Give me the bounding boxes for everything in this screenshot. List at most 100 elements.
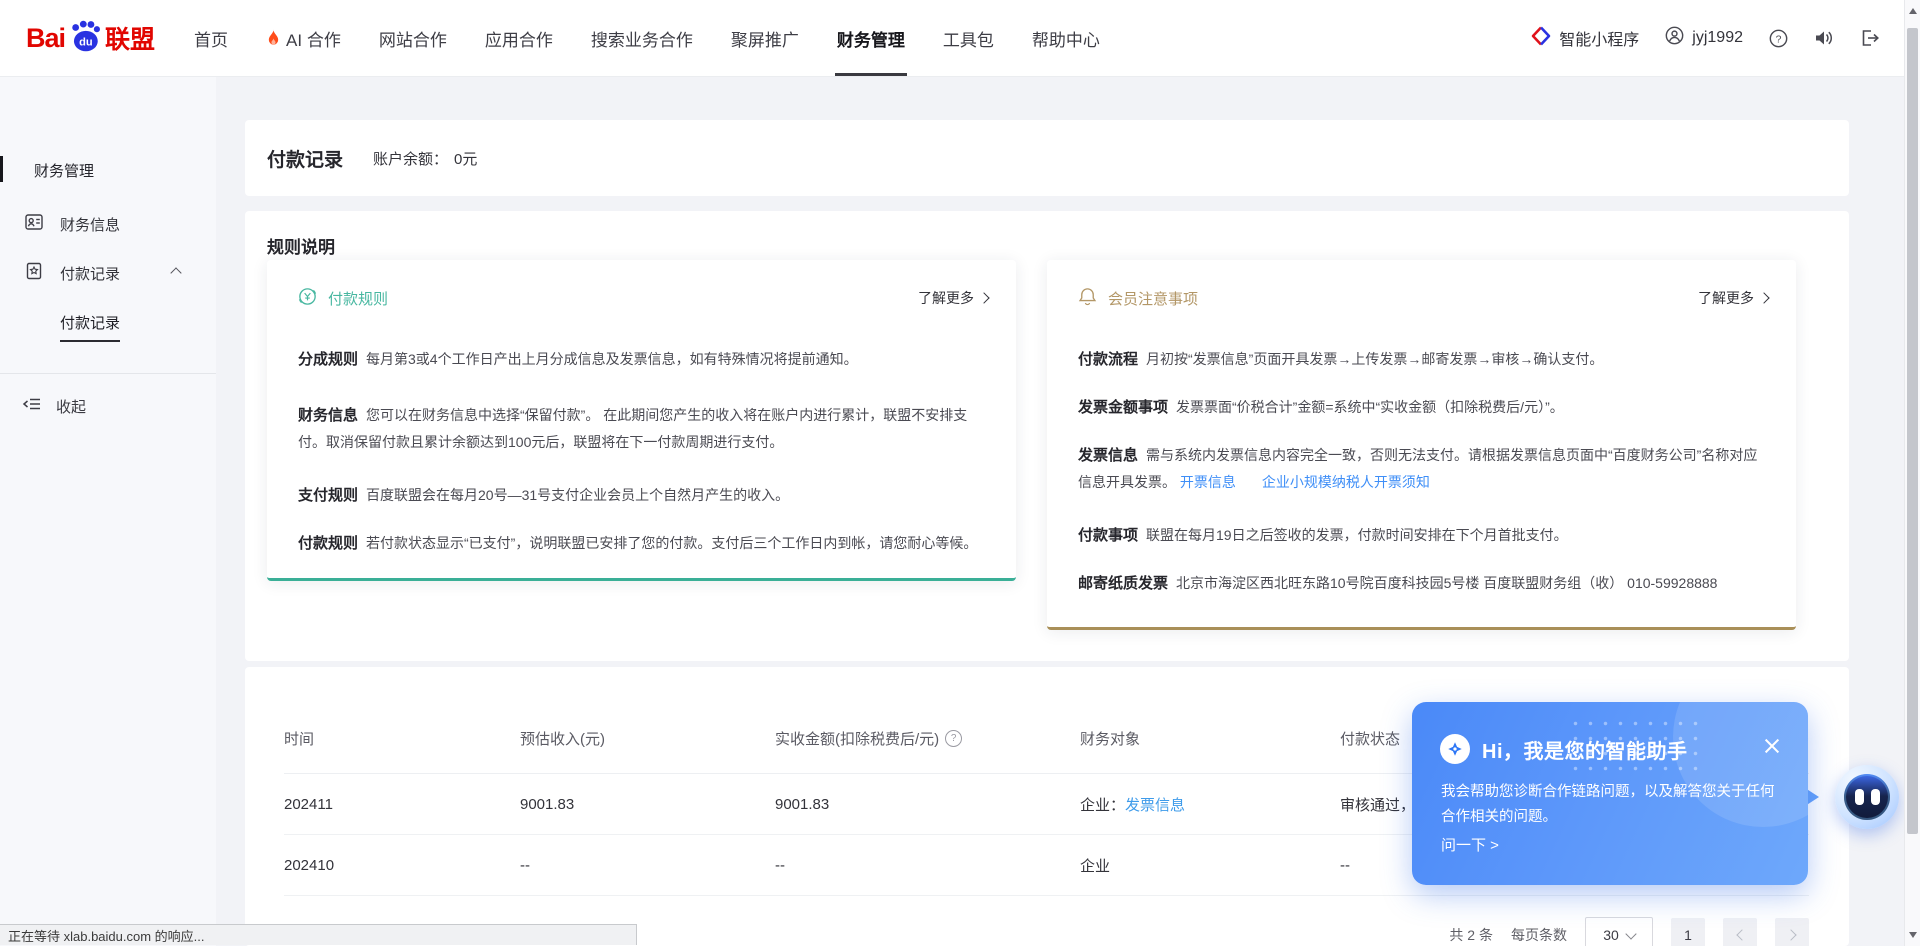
- balance-value: 0元: [454, 148, 477, 169]
- payment-rules-card: 付款规则 了解更多 分成规则每月第3或4个工作日产出上月分成信息及发票信息，如有…: [267, 260, 1016, 581]
- page-title: 付款记录: [267, 145, 343, 172]
- scrollbar-thumb[interactable]: [1907, 28, 1918, 834]
- active-section-marker: [0, 156, 3, 182]
- robot-eye: [1871, 789, 1880, 805]
- rule-item: 邮寄纸质发票北京市海淀区西北旺东路10号院百度科技园5号楼 百度联盟财务组（收）…: [1078, 570, 1768, 597]
- sidebar-item-finance-info[interactable]: 财务信息: [24, 212, 130, 236]
- small-taxpayer-guide-link[interactable]: 企业小规模纳税人开票须知: [1262, 474, 1430, 490]
- chevron-right-icon: [1785, 929, 1796, 940]
- baidu-union-logo[interactable]: Bai du 联盟: [26, 19, 155, 58]
- member-notices-header: 会员注意事项: [1077, 286, 1198, 311]
- cell-entity: 企业: [1080, 855, 1340, 876]
- logo-text-lianmeng: 联盟: [105, 20, 155, 56]
- rule-item: 发票金额事项发票票面“价税合计”金额=系统中“实收金额（扣除税费后/元）”。: [1078, 394, 1768, 421]
- payment-rules-title: 付款规则: [328, 288, 388, 309]
- question-circle-icon[interactable]: ?: [945, 730, 962, 747]
- page-scrollbar[interactable]: [1904, 0, 1920, 946]
- ask-now-link[interactable]: 问一下 >: [1441, 834, 1499, 855]
- scroll-up-arrow-icon[interactable]: [1909, 8, 1917, 14]
- main-nav: 首页 AI 合作 网站合作 应用合作 搜索业务合作 聚屏推广 财务管理 工具包 …: [175, 0, 1119, 76]
- rule-item: 财务信息您可以在财务信息中选择“保留付款”。 在此期间您产生的收入将在账户内进行…: [298, 402, 988, 456]
- chevron-down-icon: [1625, 928, 1636, 939]
- rule-item: 发票信息需与系统内发票信息内容完全一致，否则无法支付。请根据发票信息页面中“百度…: [1078, 442, 1768, 496]
- rule-item: 付款流程月初按“发票信息”页面开具发票→上传发票→邮寄发票→审核→确认支付。: [1078, 346, 1768, 373]
- assistant-title: Hi，我是您的智能助手: [1482, 735, 1688, 764]
- cell-actual: --: [775, 857, 1080, 874]
- col-actual-amount: 实收金额(扣除税费后/元) ?: [775, 728, 1080, 749]
- nav-screen-promotion[interactable]: 聚屏推广: [712, 0, 818, 76]
- cell-estimated: --: [520, 857, 775, 874]
- cell-time: 202410: [284, 857, 520, 874]
- rules-section-card: 规则说明 付款规则 了解更多 分成规则每月第3或4个工作日产出上月分成信息及发票…: [245, 211, 1849, 661]
- chevron-right-icon: [1758, 292, 1769, 303]
- invoice-info-cell-link[interactable]: 发票信息: [1125, 794, 1185, 815]
- nav-search-business[interactable]: 搜索业务合作: [572, 0, 712, 76]
- page-number-button[interactable]: 1: [1671, 918, 1705, 946]
- col-time: 时间: [284, 728, 520, 749]
- robot-eye: [1855, 789, 1864, 805]
- sidebar-subitem-payment-records[interactable]: 付款记录: [60, 312, 120, 342]
- sidebar-divider: [0, 373, 216, 374]
- scroll-down-arrow-icon[interactable]: [1909, 932, 1917, 938]
- coin-icon: [297, 286, 318, 311]
- logo-text-bai: Bai: [26, 23, 65, 54]
- user-icon: [1665, 26, 1684, 50]
- baidu-union-finance-page: Bai du 联盟 首页 AI 合作 网站合作 应用合作 搜索业务合: [0, 0, 1920, 946]
- next-page-button[interactable]: [1775, 918, 1809, 946]
- browser-status-bar: 正在等待 xlab.baidu.com 的响应...: [0, 924, 637, 945]
- nav-ai-cooperation[interactable]: AI 合作: [247, 0, 360, 76]
- smart-mini-program-link[interactable]: 智能小程序: [1531, 26, 1639, 51]
- payment-rules-more-link[interactable]: 了解更多: [918, 288, 988, 308]
- nav-toolkit[interactable]: 工具包: [924, 0, 1013, 76]
- total-count-label: 共 2 条: [1449, 925, 1493, 945]
- cell-actual: 9001.83: [775, 796, 1080, 813]
- chevron-left-icon: [1736, 929, 1747, 940]
- sidebar-collapse-button[interactable]: 收起: [22, 394, 86, 418]
- assistant-popup-header: Hi，我是您的智能助手: [1440, 734, 1688, 764]
- per-page-label: 每页条数: [1511, 925, 1567, 945]
- col-estimated-income: 预估收入(元): [520, 728, 775, 749]
- username: jyj1992: [1692, 29, 1743, 47]
- payment-records-icon: [24, 261, 44, 285]
- nav-home[interactable]: 首页: [175, 0, 247, 76]
- close-icon[interactable]: [1762, 736, 1782, 756]
- status-text: 正在等待 xlab.baidu.com 的响应...: [8, 926, 205, 945]
- sidebar-item-payment-records[interactable]: 付款记录: [24, 261, 180, 285]
- finance-info-icon: [24, 212, 44, 236]
- topbar-right-cluster: 智能小程序 jyj1992 ?: [1531, 0, 1880, 76]
- member-notices-more-link[interactable]: 了解更多: [1698, 288, 1768, 308]
- user-account[interactable]: jyj1992: [1665, 26, 1743, 50]
- member-notices-title: 会员注意事项: [1108, 288, 1198, 309]
- page-header-card: 付款记录 账户余额： 0元: [245, 120, 1849, 196]
- top-navigation-bar: Bai du 联盟 首页 AI 合作 网站合作 应用合作 搜索业务合: [0, 0, 1920, 77]
- cell-entity: 企业： 发票信息: [1080, 794, 1340, 815]
- col-finance-entity: 财务对象: [1080, 728, 1340, 749]
- assistant-robot-button[interactable]: [1835, 765, 1899, 829]
- cell-estimated: 9001.83: [520, 796, 775, 813]
- assistant-message: 我会帮助您诊断合作链路问题，以及解答您关于任何合作相关的问题。: [1441, 780, 1785, 830]
- logout-icon[interactable]: [1860, 28, 1880, 48]
- robot-face-icon: [1844, 774, 1890, 820]
- nav-website-cooperation[interactable]: 网站合作: [360, 0, 466, 76]
- nav-help-center[interactable]: 帮助中心: [1013, 0, 1119, 76]
- bell-icon: [1077, 286, 1098, 311]
- flame-icon: [266, 29, 281, 48]
- smart-program-icon: [1531, 26, 1551, 51]
- help-icon[interactable]: ?: [1769, 29, 1788, 48]
- baidu-paw-icon: du: [67, 19, 103, 58]
- balance-label: 账户余额：: [373, 148, 448, 169]
- chevron-up-icon[interactable]: [172, 269, 180, 277]
- rule-item: 付款事项联盟在每月19日之后签收的发票，付款时间安排在下个月首批支付。: [1078, 522, 1768, 549]
- prev-page-button[interactable]: [1723, 918, 1757, 946]
- assistant-popup: Hi，我是您的智能助手 我会帮助您诊断合作链路问题，以及解答您关于任何合作相关的…: [1412, 702, 1808, 885]
- nav-finance-management[interactable]: 财务管理: [818, 0, 924, 76]
- rule-item: 付款规则若付款状态显示“已支付”，说明联盟已安排了您的付款。支付后三个工作日内到…: [298, 530, 988, 557]
- invoice-info-link[interactable]: 开票信息: [1180, 474, 1236, 490]
- nav-app-cooperation[interactable]: 应用合作: [466, 0, 572, 76]
- chevron-right-icon: [978, 292, 989, 303]
- account-balance: 账户余额： 0元: [373, 148, 477, 169]
- sound-icon[interactable]: [1814, 28, 1834, 48]
- per-page-select[interactable]: 30: [1585, 917, 1653, 946]
- rule-item: 分成规则每月第3或4个工作日产出上月分成信息及发票信息，如有特殊情况将提前通知。: [298, 346, 988, 373]
- payment-rules-header: 付款规则: [297, 286, 388, 311]
